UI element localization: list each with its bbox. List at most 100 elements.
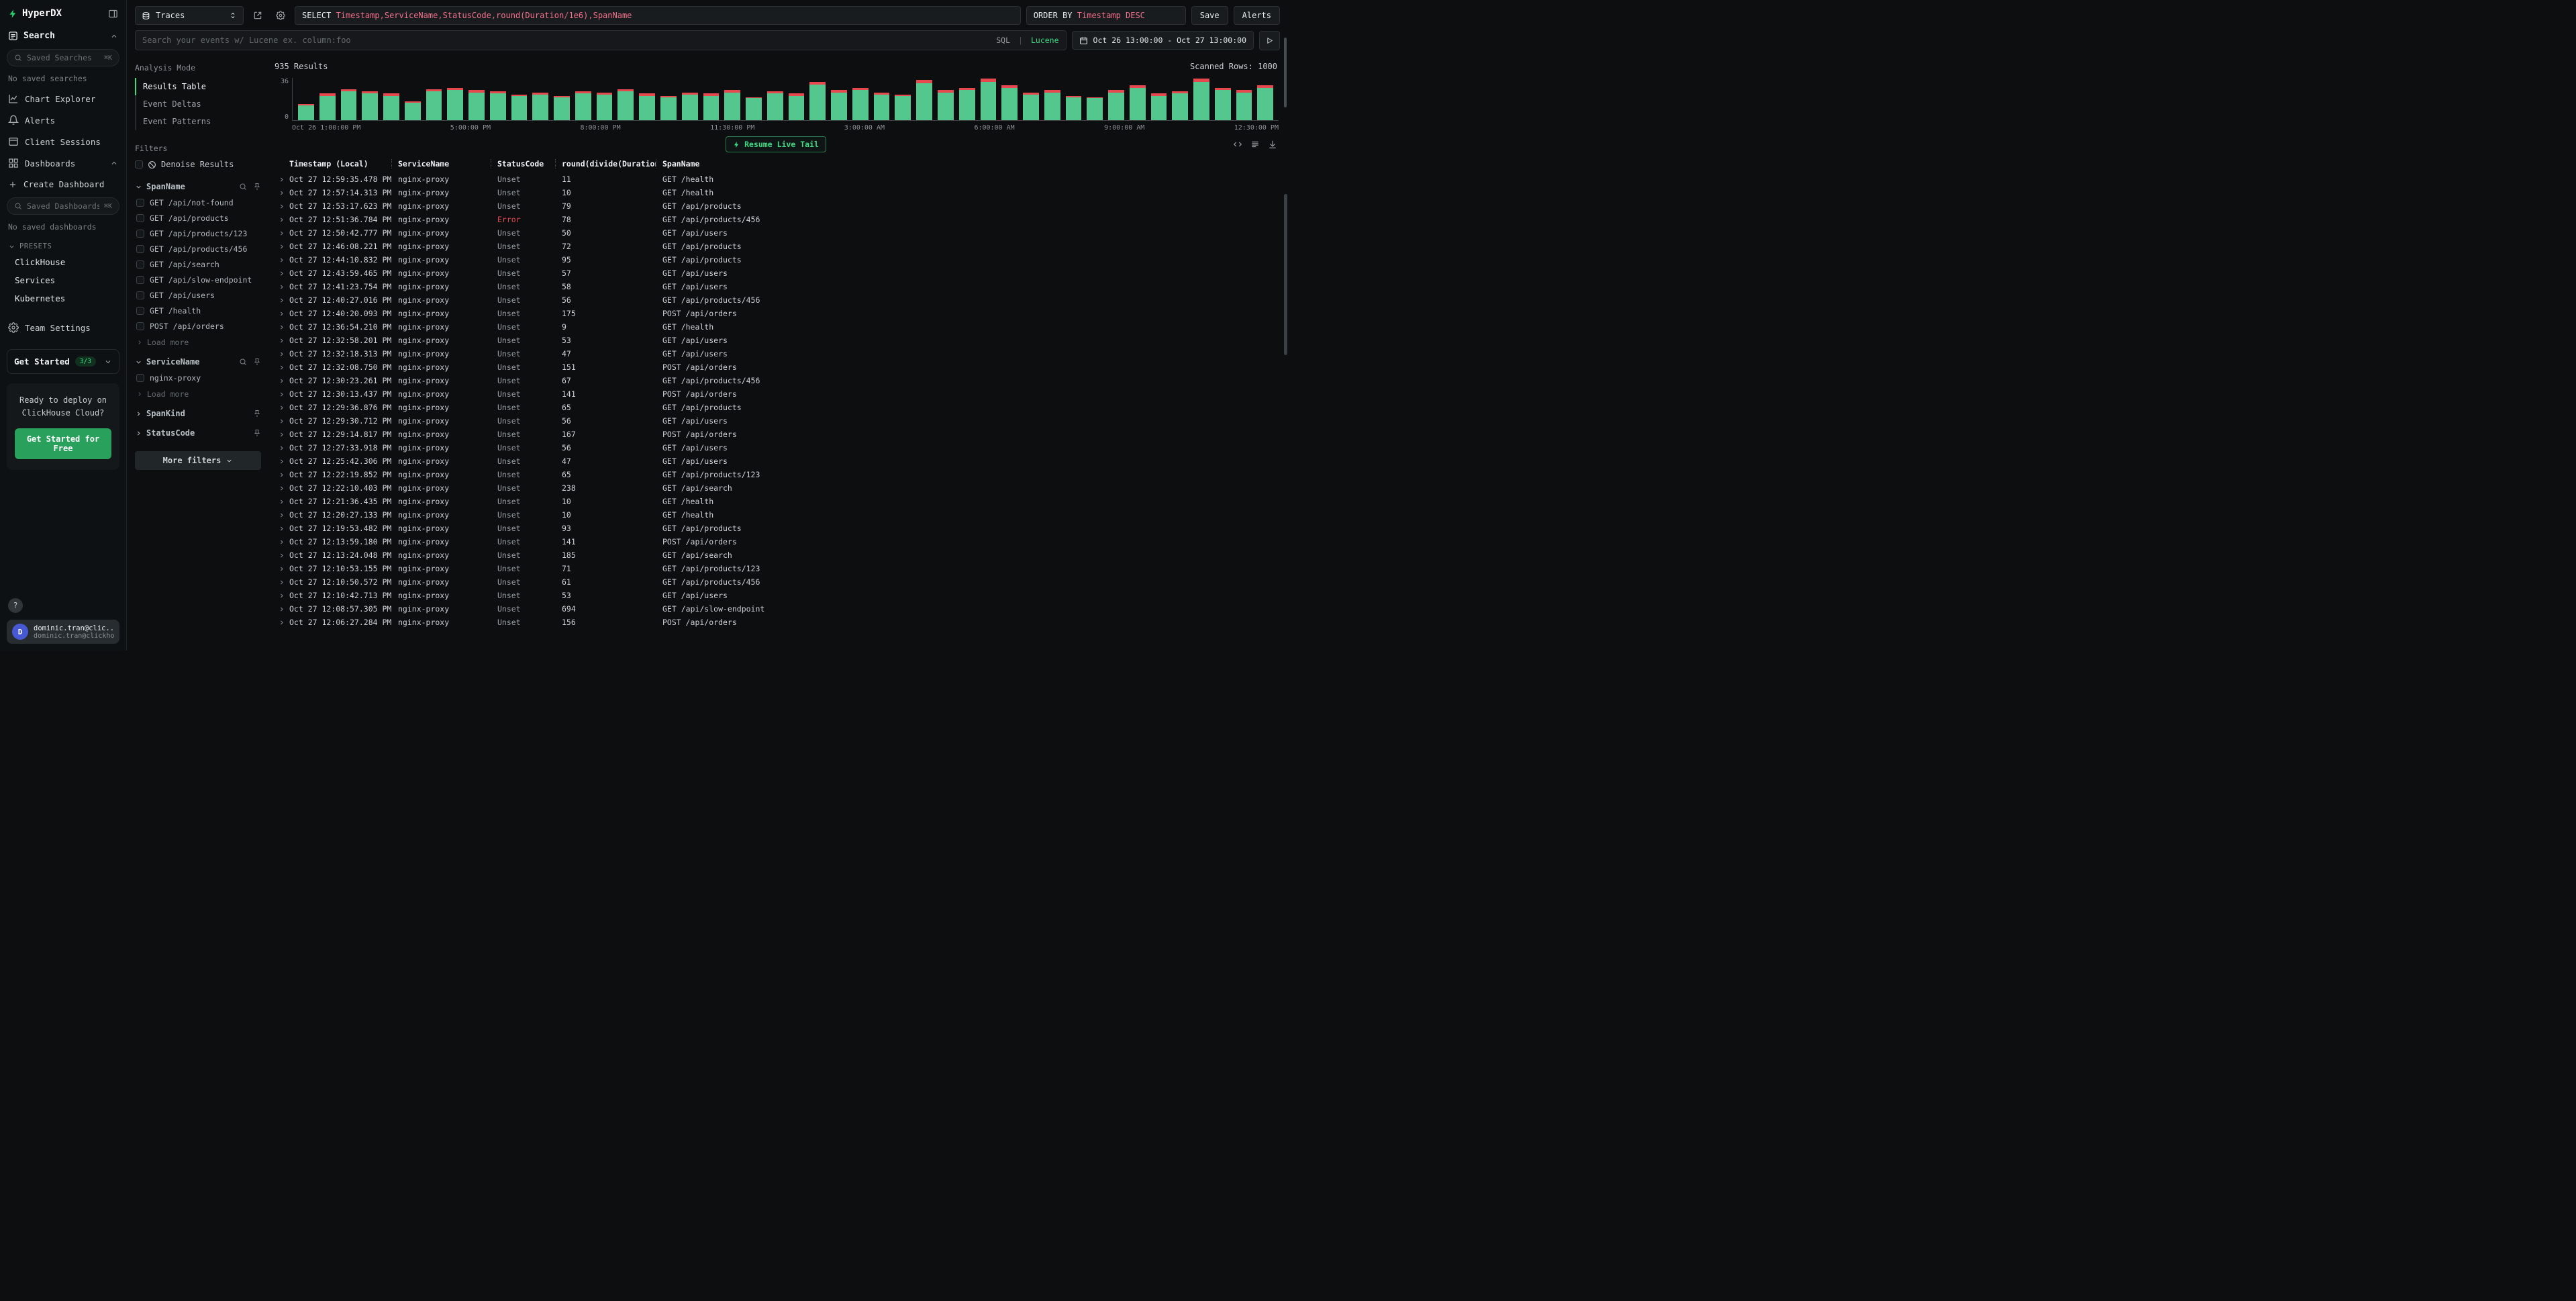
- search-input[interactable]: [142, 36, 991, 45]
- table-row[interactable]: Oct 27 12:21:36.435 PMnginx-proxyUnset10…: [273, 495, 1279, 508]
- open-external-button[interactable]: [249, 7, 266, 24]
- row-density-icon[interactable]: [1250, 140, 1260, 149]
- pin-icon[interactable]: [253, 358, 261, 366]
- histogram-bar[interactable]: [1044, 90, 1060, 120]
- mode-lucene-toggle[interactable]: Lucene: [1031, 36, 1059, 45]
- sql-query[interactable]: SELECT Timestamp,ServiceName,StatusCode,…: [295, 6, 1021, 25]
- checkbox[interactable]: [135, 160, 143, 168]
- facet-item[interactable]: nginx-proxy: [135, 370, 261, 385]
- table-row[interactable]: Oct 27 12:25:42.306 PMnginx-proxyUnset47…: [273, 454, 1279, 468]
- row-expand-chevron-icon[interactable]: [273, 378, 289, 384]
- histogram-bar[interactable]: [1023, 93, 1039, 120]
- histogram-bar[interactable]: [554, 96, 570, 120]
- table-row[interactable]: Oct 27 12:50:42.777 PMnginx-proxyUnset50…: [273, 226, 1279, 240]
- row-expand-chevron-icon[interactable]: [273, 271, 289, 277]
- table-scrollbar-thumb[interactable]: [1284, 194, 1287, 355]
- column-header-timestamp[interactable]: Timestamp (Local): [289, 159, 391, 168]
- histogram-bar[interactable]: [597, 93, 613, 120]
- row-expand-chevron-icon[interactable]: [273, 485, 289, 491]
- histogram-bar[interactable]: [703, 93, 720, 120]
- facet-item[interactable]: GET /health: [135, 303, 261, 318]
- histogram-bar[interactable]: [895, 95, 911, 120]
- row-expand-chevron-icon[interactable]: [273, 579, 289, 585]
- facet-group-header[interactable]: SpanName: [135, 182, 261, 191]
- mode-event-deltas[interactable]: Event Deltas: [135, 95, 261, 113]
- table-row[interactable]: Oct 27 12:32:08.750 PMnginx-proxyUnset15…: [273, 360, 1279, 374]
- histogram-bar[interactable]: [660, 96, 677, 120]
- checkbox[interactable]: [136, 214, 144, 222]
- checkbox[interactable]: [136, 260, 144, 269]
- facet-item[interactable]: GET /api/search: [135, 256, 261, 272]
- sidebar-item-chart-explorer[interactable]: Chart Explorer: [7, 88, 119, 109]
- histogram-bar[interactable]: [490, 91, 506, 120]
- date-range-picker[interactable]: Oct 26 13:00:00 - Oct 27 13:00:00: [1072, 31, 1254, 50]
- row-expand-chevron-icon[interactable]: [273, 593, 289, 599]
- row-expand-chevron-icon[interactable]: [273, 297, 289, 303]
- get-started-free-button[interactable]: Get Started for Free: [15, 428, 111, 459]
- histogram-bar[interactable]: [981, 79, 997, 120]
- save-button[interactable]: Save: [1191, 6, 1228, 25]
- row-expand-chevron-icon[interactable]: [273, 432, 289, 438]
- histogram-bar[interactable]: [362, 91, 378, 120]
- row-expand-chevron-icon[interactable]: [273, 391, 289, 397]
- pin-icon[interactable]: [253, 183, 261, 191]
- histogram-bar[interactable]: [1130, 85, 1146, 120]
- facet-item[interactable]: POST /api/orders: [135, 318, 261, 334]
- download-icon[interactable]: [1268, 140, 1277, 149]
- table-row[interactable]: Oct 27 12:32:58.201 PMnginx-proxyUnset53…: [273, 334, 1279, 347]
- row-expand-chevron-icon[interactable]: [273, 620, 289, 626]
- load-more[interactable]: Load more: [135, 334, 261, 347]
- facet-search-icon[interactable]: [239, 183, 247, 191]
- checkbox[interactable]: [136, 291, 144, 299]
- histogram-bar[interactable]: [809, 82, 826, 120]
- table-row[interactable]: Oct 27 12:46:08.221 PMnginx-proxyUnset72…: [273, 240, 1279, 253]
- histogram-bar[interactable]: [1215, 88, 1231, 120]
- table-row[interactable]: Oct 27 12:20:27.133 PMnginx-proxyUnset10…: [273, 508, 1279, 522]
- table-row[interactable]: Oct 27 12:10:53.155 PMnginx-proxyUnset71…: [273, 562, 1279, 575]
- histogram-bar[interactable]: [575, 91, 591, 120]
- row-expand-chevron-icon[interactable]: [273, 552, 289, 559]
- table-row[interactable]: Oct 27 12:27:33.918 PMnginx-proxyUnset56…: [273, 441, 1279, 454]
- row-expand-chevron-icon[interactable]: [273, 284, 289, 290]
- column-header-duration[interactable]: round(divide(Duration,: [555, 159, 656, 168]
- row-expand-chevron-icon[interactable]: [273, 351, 289, 357]
- row-expand-chevron-icon[interactable]: [273, 606, 289, 612]
- histogram-bar[interactable]: [916, 80, 932, 120]
- facet-group-header[interactable]: SpanKind: [135, 409, 261, 418]
- histogram-bar[interactable]: [1151, 93, 1167, 120]
- table-row[interactable]: Oct 27 12:51:36.784 PMnginx-proxyError78…: [273, 213, 1279, 226]
- table-row[interactable]: Oct 27 12:53:17.623 PMnginx-proxyUnset79…: [273, 199, 1279, 213]
- sidebar-item-clickhouse[interactable]: ClickHouse: [7, 253, 119, 271]
- histogram-bar[interactable]: [724, 90, 740, 120]
- row-expand-chevron-icon[interactable]: [273, 566, 289, 572]
- histogram-bar[interactable]: [298, 104, 314, 120]
- histogram-bar[interactable]: [426, 89, 442, 120]
- table-row[interactable]: Oct 27 12:22:19.852 PMnginx-proxyUnset65…: [273, 468, 1279, 481]
- row-expand-chevron-icon[interactable]: [273, 539, 289, 545]
- table-row[interactable]: Oct 27 12:29:36.876 PMnginx-proxyUnset65…: [273, 401, 1279, 414]
- histogram-bar[interactable]: [405, 101, 421, 120]
- table-row[interactable]: Oct 27 12:08:57.305 PMnginx-proxyUnset69…: [273, 602, 1279, 616]
- histogram-bar[interactable]: [319, 93, 336, 120]
- facet-item[interactable]: GET /api/slow-endpoint: [135, 272, 261, 287]
- facet-item[interactable]: GET /api/not-found: [135, 195, 261, 210]
- histogram-bar[interactable]: [532, 93, 548, 120]
- checkbox[interactable]: [136, 276, 144, 284]
- row-expand-chevron-icon[interactable]: [273, 418, 289, 424]
- row-expand-chevron-icon[interactable]: [273, 459, 289, 465]
- checkbox[interactable]: [136, 307, 144, 315]
- histogram-bar[interactable]: [617, 89, 634, 120]
- create-dashboard-button[interactable]: Create Dashboard: [7, 174, 119, 195]
- mode-event-patterns[interactable]: Event Patterns: [135, 113, 261, 130]
- pin-icon[interactable]: [253, 409, 261, 418]
- get-started-card[interactable]: Get Started 3/3: [7, 349, 119, 374]
- column-header-servicename[interactable]: ServiceName: [391, 159, 491, 168]
- column-header-spanname[interactable]: SpanName: [656, 159, 1279, 168]
- sidebar-item-services[interactable]: Services: [7, 271, 119, 289]
- histogram-bar[interactable]: [746, 97, 762, 120]
- checkbox[interactable]: [136, 374, 144, 382]
- presets-toggle[interactable]: PRESETS: [7, 236, 119, 253]
- histogram-bar[interactable]: [767, 91, 783, 120]
- histogram-bar[interactable]: [383, 93, 399, 120]
- facet-item[interactable]: GET /api/users: [135, 287, 261, 303]
